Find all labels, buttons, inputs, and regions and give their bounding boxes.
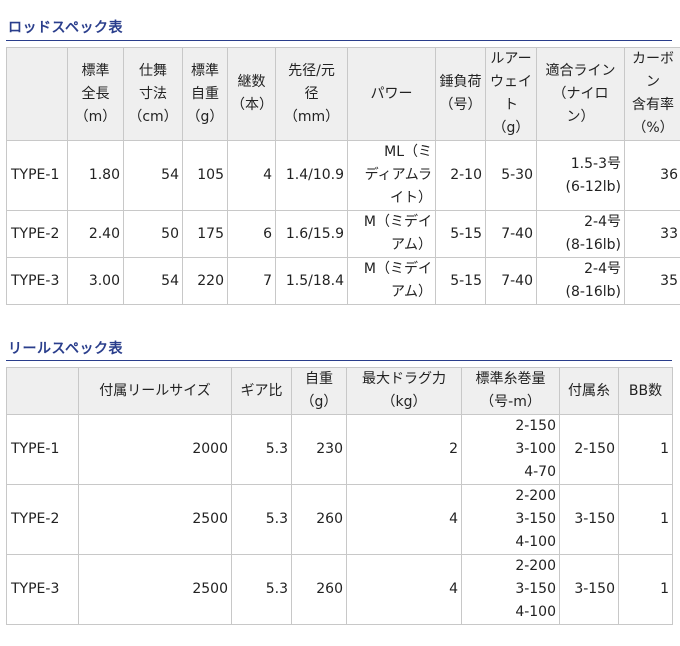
reel-spec-title: リールスペック表 [8, 341, 124, 357]
rod-cell-length: 3.00 [67, 257, 124, 305]
rod-cell-line: 1.5-3号 (6-12lb) [536, 140, 625, 211]
reel-cell-size: 2500 [78, 554, 232, 625]
rod-cell-weight: 220 [182, 257, 228, 305]
rod-cell-lure: 5-30 [485, 140, 537, 211]
rod-header-1: 標準 全長 （m） [67, 47, 124, 141]
rod-cell-name: TYPE-1 [6, 140, 68, 211]
rod-header-4: 継数 （本） [227, 47, 276, 141]
reel-cell-drag: 2 [346, 414, 462, 485]
table-row: TYPE-1 1.80 54 105 4 1.4/10.9 ML（ミ ディアムラ イト） 2-10… [6, 140, 680, 211]
reel-header-1: 付属リールサイズ [78, 367, 232, 415]
rod-cell-pieces: 7 [227, 257, 276, 305]
reel-cell-capacity: 2-150 3-100 4-70 [461, 414, 560, 485]
table-row: TYPE-1 2000 5.3 230 2 2-150 3-100 4-70 2-150 1 [6, 414, 673, 485]
rod-cell-weight: 175 [182, 210, 228, 258]
reel-cell-name: TYPE-2 [6, 484, 79, 555]
reel-cell-bb: 1 [618, 484, 673, 555]
table-row: TYPE-3 3.00 54 220 7 1.5/18.4 M（ミデイ アム） 5-15 7-40… [6, 257, 680, 305]
rod-title-rule [6, 40, 672, 41]
table-row: TYPE-2 2.40 50 175 6 1.6/15.9 M（ミデイ アム） 5-15 7-40… [6, 210, 680, 258]
rod-cell-diameter: 1.5/18.4 [275, 257, 348, 305]
reel-cell-name: TYPE-3 [6, 554, 79, 625]
rod-header-9: 適合ライン （ナイロ ン） [536, 47, 625, 141]
reel-header-row: 付属リールサイズ ギア比 自重 （g） 最大ドラグ力 （kg） 標準糸巻量 （号-m） 付属糸 B… [6, 367, 673, 415]
rod-cell-sinker: 5-15 [435, 257, 486, 305]
reel-header-2: ギア比 [231, 367, 292, 415]
reel-cell-name: TYPE-1 [6, 414, 79, 485]
table-row: TYPE-2 2500 5.3 260 4 2-200 3-150 4-100 3-150 1 [6, 484, 673, 555]
rod-header-2: 仕舞 寸法 （cm） [123, 47, 183, 141]
reel-header-6: 付属糸 [559, 367, 619, 415]
rod-cell-lure: 7-40 [485, 257, 537, 305]
rod-header-0 [6, 47, 68, 141]
reel-cell-line: 2-150 [559, 414, 619, 485]
rod-cell-power: M（ミデイ アム） [347, 210, 436, 258]
reel-header-7: BB数 [618, 367, 673, 415]
reel-cell-gear: 5.3 [231, 414, 292, 485]
rod-cell-closed: 54 [123, 140, 183, 211]
rod-cell-lure: 7-40 [485, 210, 537, 258]
rod-cell-line: 2-4号 (8-16lb) [536, 210, 625, 258]
reel-cell-size: 2500 [78, 484, 232, 555]
rod-cell-power: ML（ミ ディアムラ イト） [347, 140, 436, 211]
reel-cell-gear: 5.3 [231, 484, 292, 555]
reel-cell-gear: 5.3 [231, 554, 292, 625]
rod-cell-length: 2.40 [67, 210, 124, 258]
rod-header-10: カーボン含有率 （%） [624, 47, 680, 141]
rod-spec-title: ロッドスペック表 [8, 20, 124, 36]
rod-cell-closed: 54 [123, 257, 183, 305]
rod-cell-sinker: 2-10 [435, 140, 486, 211]
rod-header-5: 先径/元径（mm） [275, 47, 348, 141]
reel-header-5: 標準糸巻量 （号-m） [461, 367, 560, 415]
rod-cell-carbon: 33 [624, 210, 680, 258]
rod-header-7: 錘負荷 （号） [435, 47, 486, 141]
rod-cell-name: TYPE-3 [6, 257, 68, 305]
rod-cell-closed: 50 [123, 210, 183, 258]
reel-cell-size: 2000 [78, 414, 232, 485]
rod-cell-name: TYPE-2 [6, 210, 68, 258]
reel-cell-capacity: 2-200 3-150 4-100 [461, 554, 560, 625]
reel-cell-drag: 4 [346, 554, 462, 625]
rod-cell-pieces: 4 [227, 140, 276, 211]
rod-header-3: 標準 自重 （g） [182, 47, 228, 141]
reel-spec-table: 付属リールサイズ ギア比 自重 （g） 最大ドラグ力 （kg） 標準糸巻量 （号-m） 付属糸 B… [6, 367, 673, 625]
table-row: TYPE-3 2500 5.3 260 4 2-200 3-150 4-100 3-150 1 [6, 554, 673, 625]
rod-cell-weight: 105 [182, 140, 228, 211]
rod-header-row: 標準 全長 （m） 仕舞 寸法 （cm） 標準 自重 （g） 継数 （本） 先径/元径（mm） パワー錘… [6, 47, 680, 141]
rod-cell-sinker: 5-15 [435, 210, 486, 258]
rod-cell-pieces: 6 [227, 210, 276, 258]
reel-header-0 [6, 367, 79, 415]
rod-cell-power: M（ミデイ アム） [347, 257, 436, 305]
reel-cell-drag: 4 [346, 484, 462, 555]
reel-cell-line: 3-150 [559, 554, 619, 625]
rod-cell-diameter: 1.4/10.9 [275, 140, 348, 211]
reel-title-rule [6, 360, 672, 361]
rod-header-8: ルアー ウェイト（g） [485, 47, 537, 141]
reel-cell-bb: 1 [618, 554, 673, 625]
reel-header-4: 最大ドラグ力 （kg） [346, 367, 462, 415]
reel-cell-weight: 260 [291, 554, 347, 625]
reel-cell-line: 3-150 [559, 484, 619, 555]
rod-spec-table: 標準 全長 （m） 仕舞 寸法 （cm） 標準 自重 （g） 継数 （本） 先径/元径（mm） パワー錘… [6, 47, 680, 305]
reel-cell-weight: 230 [291, 414, 347, 485]
reel-cell-weight: 260 [291, 484, 347, 555]
rod-cell-diameter: 1.6/15.9 [275, 210, 348, 258]
reel-cell-capacity: 2-200 3-150 4-100 [461, 484, 560, 555]
reel-header-3: 自重 （g） [291, 367, 347, 415]
reel-cell-bb: 1 [618, 414, 673, 485]
rod-cell-carbon: 35 [624, 257, 680, 305]
rod-cell-carbon: 36 [624, 140, 680, 211]
rod-header-6: パワー [347, 47, 436, 141]
rod-cell-length: 1.80 [67, 140, 124, 211]
rod-cell-line: 2-4号 (8-16lb) [536, 257, 625, 305]
